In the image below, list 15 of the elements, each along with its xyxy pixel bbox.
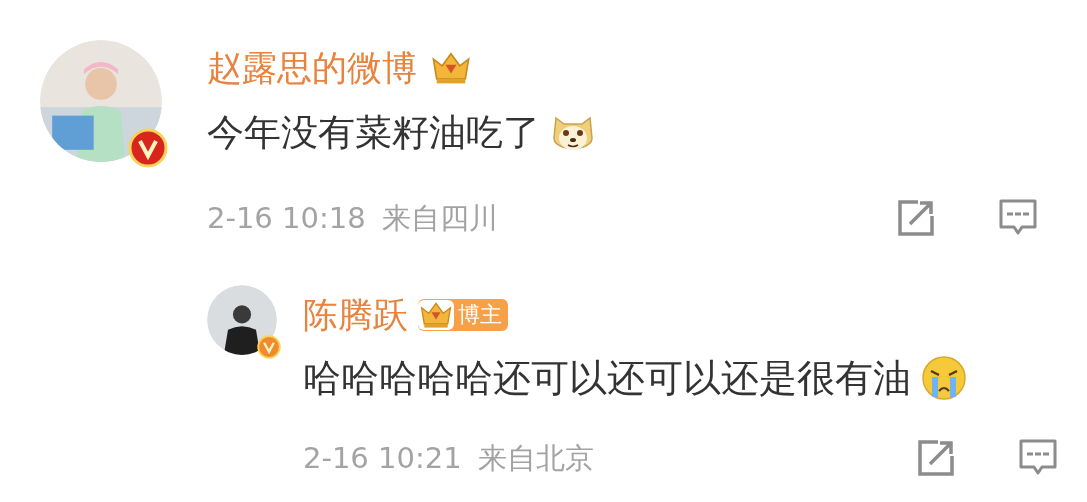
crown-icon <box>418 300 454 330</box>
avatar[interactable] <box>207 285 277 355</box>
badge-label: 博主 <box>458 301 502 329</box>
location: 来自北京 <box>477 440 594 477</box>
crying-emoji-icon <box>919 353 969 403</box>
timestamp: 2-16 10:18 <box>207 200 366 237</box>
timestamp: 2-16 10:21 <box>303 440 462 477</box>
crown-icon <box>429 50 473 86</box>
comment-text: 哈哈哈哈哈还可以还可以还是很有油 <box>303 355 911 402</box>
username[interactable]: 赵露思的微博 <box>207 46 417 90</box>
location: 来自四川 <box>381 200 498 237</box>
username[interactable]: 陈腾跃 <box>303 293 408 337</box>
comment-text: 今年没有菜籽油吃了 <box>207 110 540 156</box>
share-icon[interactable] <box>896 198 936 238</box>
share-icon[interactable] <box>916 438 956 478</box>
